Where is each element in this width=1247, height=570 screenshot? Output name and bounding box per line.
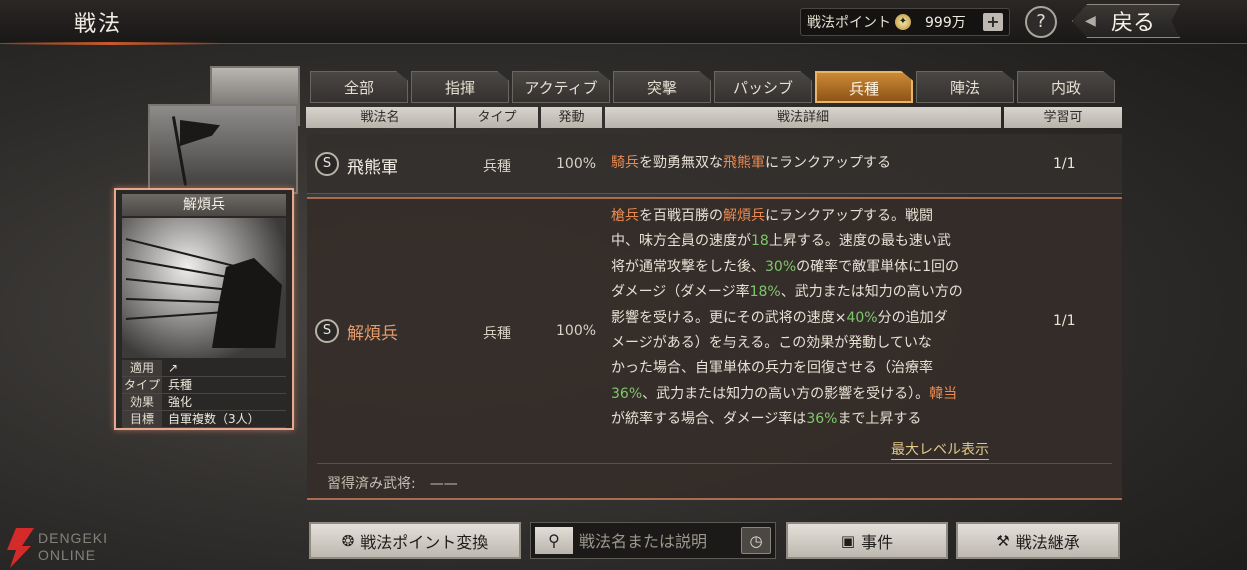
detail-line-7: かった場合、自軍単体の兵力を回復させる（治療率 <box>611 360 933 377</box>
detail-line-3: 将が通常攻撃をした後、30%の確率で敵軍単体に1回の <box>611 258 960 275</box>
back-button-label: 戻る <box>1110 11 1155 36</box>
tab-all[interactable]: 全部 <box>310 71 408 103</box>
card-info-row: タイプ 兵種 <box>122 377 286 394</box>
lightning-logo-icon <box>7 528 34 568</box>
info-value: 強化 <box>168 395 193 409</box>
tab-assault[interactable]: 突撃 <box>613 71 711 103</box>
info-key: 効果 <box>122 394 162 410</box>
tab-domestic[interactable]: 内政 <box>1017 71 1115 103</box>
tactic-points-label: 戦法ポイント <box>807 15 891 31</box>
detail-line-2: 中、味方全員の速度が18上昇する。速度の最も速い武 <box>611 233 951 250</box>
divider <box>317 463 1112 464</box>
tactic-points-display: 戦法ポイント ✦ 999万 + <box>800 8 1010 36</box>
apply-icon: ↗ <box>168 361 179 375</box>
dengeki-online-watermark: DENGEKI ONLINE <box>4 528 134 568</box>
add-points-button[interactable]: + <box>983 13 1003 31</box>
help-button[interactable]: ? <box>1025 6 1057 38</box>
tactic-row[interactable]: S 飛熊軍 兵種 100% 騎兵を勁勇無双な飛熊軍にランクアップする 1/1 <box>307 134 1122 194</box>
tactic-detail: 騎兵を勁勇無双な飛熊軍にランクアップする <box>611 155 891 171</box>
flag-art <box>180 120 220 146</box>
event-button[interactable]: ▣ 事件 <box>786 522 948 559</box>
card-info-row: 目標 自軍複数（3人） <box>122 411 286 428</box>
tab-command[interactable]: 指揮 <box>411 71 509 103</box>
title-accent-line <box>0 42 220 45</box>
tactic-name: 解煩兵 <box>347 324 398 344</box>
info-value: 兵種 <box>168 378 193 392</box>
column-header-learnable[interactable]: 学習可 <box>1004 107 1122 128</box>
convert-points-label: 戦法ポイント変換 <box>360 532 489 552</box>
tactic-rate: 100% <box>556 156 597 172</box>
detail-line-8: 36%、武力または知力の高い方の影響を受ける）。韓当 <box>611 385 958 402</box>
back-button[interactable]: ◀ 戻る <box>1072 4 1180 38</box>
tactic-type: 兵種 <box>483 326 511 342</box>
learned-generals: 習得済み武将: —— <box>327 476 458 492</box>
tab-formation[interactable]: 陣法 <box>916 71 1014 103</box>
detail-line-6: メージがある）を与える。この効果が発動していな <box>611 335 932 352</box>
detail-line-5: 影響を受ける。更にその武将の速度×40%分の追加ダ <box>611 309 948 326</box>
back-arrow-icon: ◀ <box>1085 13 1096 29</box>
watermark-line-1: DENGEKI <box>38 530 109 546</box>
tactic-row-selected[interactable]: S 解煩兵 兵種 100% 槍兵を百戦百勝の解煩兵にランクアップする。戦闘 中、… <box>307 197 1122 500</box>
flame-icon: ❂ <box>341 531 355 550</box>
inherit-tactic-button[interactable]: ⚒ 戦法継承 <box>956 522 1120 559</box>
rank-s-badge: S <box>315 319 339 343</box>
tactic-card-thumbnail[interactable] <box>148 104 298 194</box>
cavalry-silhouette-art <box>212 258 282 348</box>
info-value: 自軍複数（3人） <box>168 412 260 426</box>
column-header-name[interactable]: 戦法名 <box>306 107 454 128</box>
search-input[interactable] <box>579 527 737 555</box>
selected-tactic-card[interactable]: 解煩兵 適用 ↗ タイプ 兵種 効果 強化 目標 自軍複数（3人） <box>114 188 294 430</box>
watermark-line-2: ONLINE <box>38 547 97 563</box>
tab-active[interactable]: アクティブ <box>512 71 610 103</box>
detail-line-1: 槍兵を百戦百勝の解煩兵にランクアップする。戦闘 <box>611 208 933 224</box>
tab-troop-type[interactable]: 兵種 <box>815 71 913 103</box>
card-info-row: 効果 強化 <box>122 394 286 411</box>
tab-passive[interactable]: パッシブ <box>714 71 812 103</box>
info-key: 目標 <box>122 411 162 427</box>
rank-s-badge: S <box>315 152 339 176</box>
column-header-activation[interactable]: 発動 <box>541 107 602 128</box>
info-key: タイプ <box>122 377 162 393</box>
hammer-icon: ⚒ <box>996 531 1010 550</box>
card-info-table: 適用 ↗ タイプ 兵種 効果 強化 目標 自軍複数（3人） <box>122 360 286 428</box>
search-bar: ⚲ ◷ <box>530 522 776 559</box>
convert-points-button[interactable]: ❂ 戦法ポイント変換 <box>309 522 521 559</box>
card-info-row: 適用 ↗ <box>122 360 286 377</box>
top-bar: 戦法 戦法ポイント ✦ 999万 + ? ◀ 戻る <box>0 0 1247 45</box>
tactic-rate: 100% <box>556 323 597 339</box>
search-icon[interactable]: ⚲ <box>535 527 573 554</box>
clock-icon[interactable]: ◷ <box>741 527 771 554</box>
event-label: 事件 <box>861 532 894 552</box>
learnable-count: 1/1 <box>1053 156 1076 172</box>
page-title: 戦法 <box>74 12 123 37</box>
tactic-points-value: 999万 <box>925 15 966 31</box>
card-artwork <box>122 218 286 358</box>
tactic-type: 兵種 <box>483 159 511 175</box>
detail-line-9: が統率する場合、ダメージ率は36%まで上昇する <box>611 411 922 428</box>
event-icon: ▣ <box>840 531 856 550</box>
detail-line-4: ダメージ（ダメージ率18%、武力または知力の高い方の <box>611 284 963 301</box>
learnable-count: 1/1 <box>1053 313 1076 329</box>
tactic-name: 飛熊軍 <box>347 158 398 178</box>
tactic-detail: 槍兵を百戦百勝の解煩兵にランクアップする。戦闘 中、味方全員の速度が18上昇する… <box>611 204 1006 433</box>
info-key: 適用 <box>122 360 162 376</box>
column-header-detail: 戦法詳細 <box>605 107 1001 128</box>
tactic-point-coin-icon: ✦ <box>895 14 911 30</box>
column-header-type[interactable]: タイプ <box>456 107 538 128</box>
inherit-tactic-label: 戦法継承 <box>1015 532 1080 552</box>
card-title: 解煩兵 <box>122 194 286 216</box>
max-level-link[interactable]: 最大レベル表示 <box>891 439 989 460</box>
